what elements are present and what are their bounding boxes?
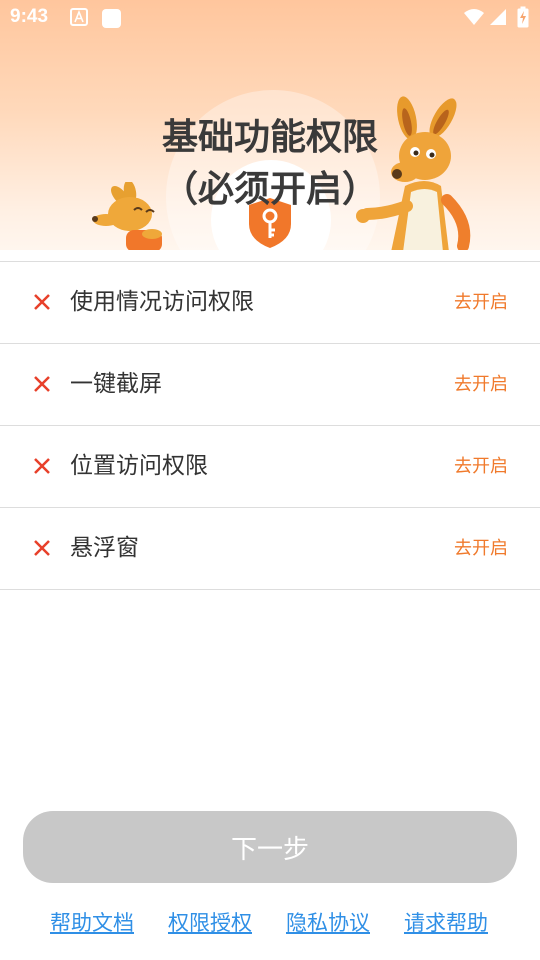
denied-x-icon: [34, 540, 50, 556]
notification-app-icon: [102, 9, 121, 28]
status-bar: 9:43: [0, 0, 540, 36]
cellular-signal-icon: [490, 9, 506, 25]
permission-row-usage-access[interactable]: 使用情况访问权限 去开启: [0, 262, 540, 344]
enable-permission-link[interactable]: 去开启: [454, 536, 508, 562]
permission-label: 位置访问权限: [70, 453, 208, 479]
page-title: 基础功能权限 （必须开启）: [0, 112, 540, 216]
denied-x-icon: [34, 376, 50, 392]
wifi-icon: [464, 9, 484, 25]
permission-row-screenshot[interactable]: 一键截屏 去开启: [0, 344, 540, 426]
permission-row-location[interactable]: 位置访问权限 去开启: [0, 426, 540, 508]
permission-label: 一键截屏: [70, 371, 162, 397]
title-line-1: 基础功能权限: [161, 117, 378, 158]
permission-row-floating-window[interactable]: 悬浮窗 去开启: [0, 508, 540, 590]
privacy-policy-link[interactable]: 隐私协议: [286, 908, 370, 938]
help-docs-link[interactable]: 帮助文档: [50, 908, 134, 938]
permission-label: 悬浮窗: [70, 535, 139, 561]
enable-permission-link[interactable]: 去开启: [454, 290, 508, 316]
request-help-link[interactable]: 请求帮助: [404, 908, 488, 938]
permission-authorization-link[interactable]: 权限授权: [168, 908, 252, 938]
enable-permission-link[interactable]: 去开启: [454, 454, 508, 480]
permission-label: 使用情况访问权限: [70, 289, 254, 315]
battery-charging-icon: [517, 6, 529, 28]
enable-permission-link[interactable]: 去开启: [454, 372, 508, 398]
status-time: 9:43: [10, 6, 49, 27]
notification-a-icon: [70, 8, 88, 26]
next-step-button[interactable]: 下一步: [23, 811, 517, 883]
title-line-2: （必须开启）: [161, 169, 378, 210]
permission-header: 9:43 基础功能权限 （必须开启）: [0, 0, 540, 250]
denied-x-icon: [34, 294, 50, 310]
denied-x-icon: [34, 458, 50, 474]
